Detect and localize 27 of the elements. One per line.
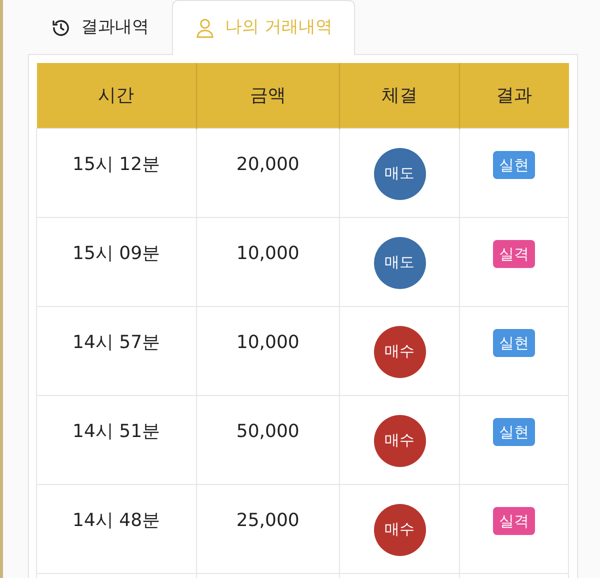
trade-type-badge: 매도 (374, 148, 426, 200)
trade-type-badge: 매도 (374, 236, 426, 288)
trade-type-badge: 매수 (374, 504, 426, 556)
table-cell-text: 50,000 (236, 420, 300, 442)
table-cell-text: 20,000 (236, 154, 300, 174)
table-cell-text: 14시 57분 (72, 332, 160, 352)
result-badge: 실현 (492, 328, 535, 357)
table-cell-text: 10,000 (236, 332, 300, 352)
table-cell-text: 15시 12분 (72, 154, 160, 174)
user-icon (195, 17, 215, 39)
table-cell-text: 14시 51분 (72, 420, 160, 442)
table-cell-text: 14시 48분 (72, 510, 160, 530)
trade-type-badge: 매수 (374, 326, 426, 378)
column-header: 금액 (196, 63, 340, 128)
table-cell-text: 15시 09분 (72, 242, 160, 264)
result-badge: 실격 (492, 240, 535, 268)
column-header: 체결 (340, 63, 460, 128)
result-badge: 실현 (492, 418, 535, 446)
column-header: 결과 (459, 63, 568, 128)
column-header: 시간 (36, 63, 196, 128)
tab[interactable]: 결과내역 (28, 0, 172, 54)
trade-type-badge: 매수 (374, 414, 426, 466)
table-cell-text: 10,000 (236, 242, 300, 264)
table-cell-text: 25,000 (236, 510, 300, 530)
result-badge: 실현 (492, 150, 535, 179)
history-icon (51, 18, 71, 38)
result-badge: 실격 (492, 506, 535, 535)
